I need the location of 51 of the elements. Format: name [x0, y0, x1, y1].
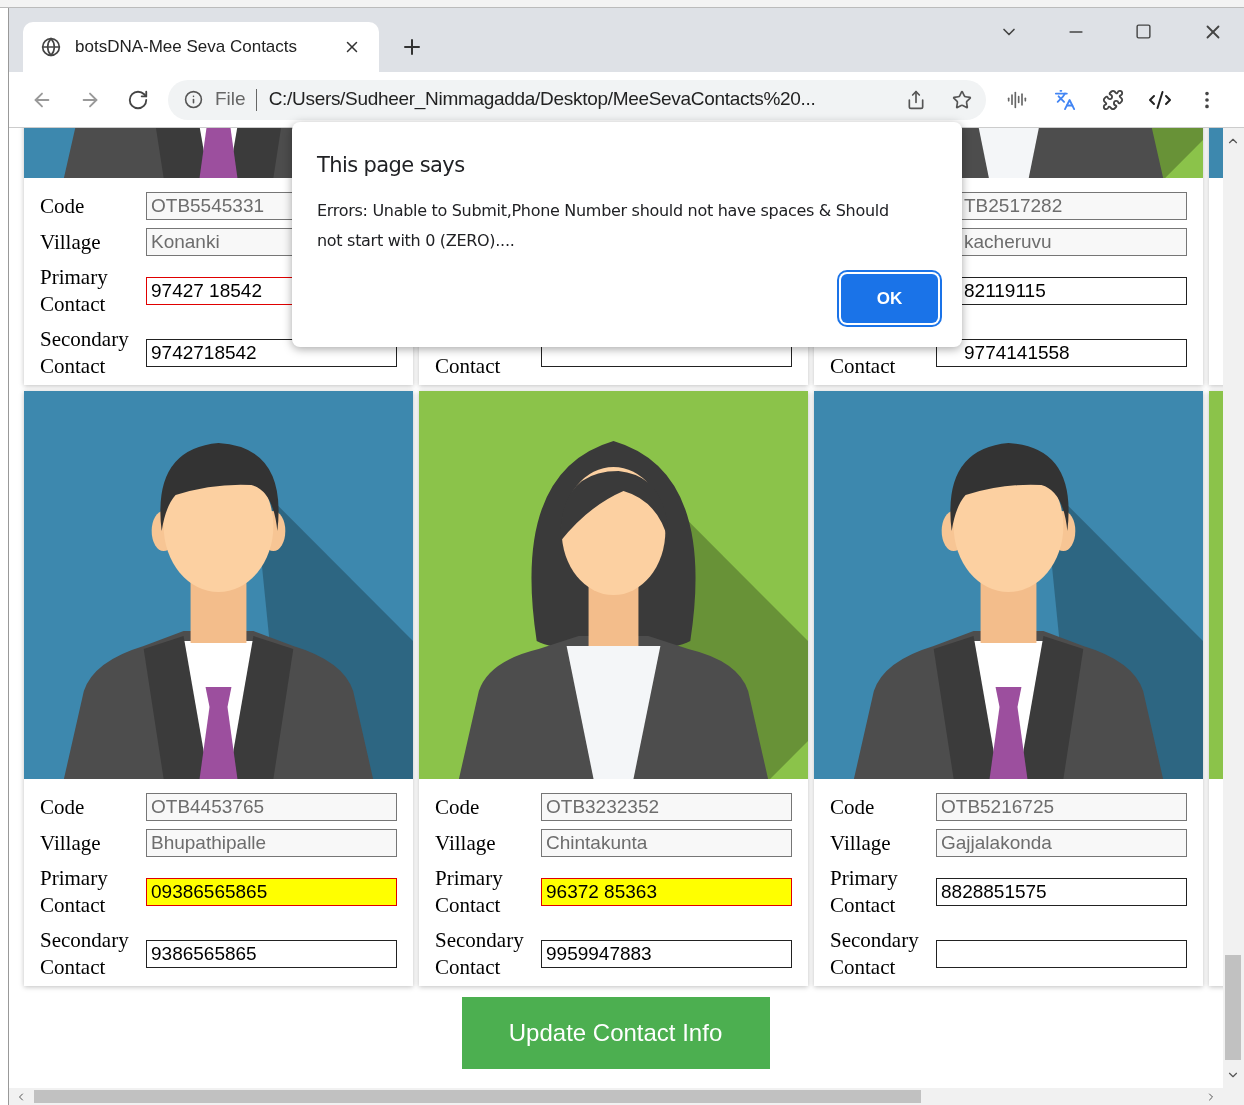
vertical-scrollbar[interactable] — [1223, 128, 1244, 1088]
puzzle-icon[interactable] — [1102, 88, 1124, 111]
field-label: Code — [40, 193, 86, 220]
field-label: Village — [40, 830, 102, 857]
reload-icon[interactable] — [127, 88, 149, 111]
translate-icon[interactable] — [1054, 88, 1076, 111]
text-field[interactable]: 9774141558 — [936, 339, 1187, 367]
text-field[interactable]: OTB5216725 — [936, 793, 1187, 821]
horizontal-scrollbar[interactable] — [9, 1088, 1244, 1105]
field-label: Secondary Contact — [40, 927, 130, 981]
text-field[interactable]: 9959947883 — [541, 940, 792, 968]
field-label: Primary Contact — [830, 865, 899, 919]
field-label: Code — [830, 794, 876, 821]
text-field[interactable]: OTB3232352 — [541, 793, 792, 821]
field-label: Village — [40, 229, 102, 256]
field-label: Primary Contact — [40, 865, 109, 919]
text-field[interactable] — [936, 940, 1187, 968]
field-label: Secondary Contact — [830, 927, 920, 981]
audio-bars-icon[interactable] — [1007, 89, 1027, 110]
scrollbar-thumb[interactable] — [1225, 955, 1241, 1060]
scrollbar-thumb[interactable] — [34, 1090, 921, 1103]
field-label: Contact — [435, 353, 502, 380]
scheme-label: File — [215, 87, 246, 112]
field-label: Secondary Contact — [40, 326, 130, 380]
field-label: Code — [435, 794, 481, 821]
text-field[interactable]: Chintakunta — [541, 829, 792, 857]
text-field[interactable]: 96372 85363 — [541, 878, 792, 906]
star-icon[interactable] — [952, 89, 972, 110]
field-label: Code — [40, 794, 86, 821]
text-field[interactable]: 9386565865 — [146, 940, 397, 968]
share-icon[interactable] — [906, 89, 926, 110]
field-label: Secondary Contact — [435, 927, 525, 981]
maximize-icon[interactable] — [1135, 23, 1152, 40]
field-label: Primary Contact — [435, 865, 504, 919]
url-text: C:/Users/Sudheer_Nimmagadda/Desktop/MeeSevaContacts%20... — [268, 87, 817, 112]
field-label: Village — [435, 830, 497, 857]
text-field[interactable]: 09386565865 — [146, 878, 397, 906]
globe-icon — [41, 37, 61, 57]
text-field[interactable]: Bhupathipalle — [146, 829, 397, 857]
field-label: Contact — [830, 353, 897, 380]
update-contact-button[interactable]: Update Contact Info — [461, 997, 770, 1069]
dialog-title: This page says — [317, 152, 466, 179]
info-icon[interactable] — [184, 90, 203, 109]
address-bar[interactable]: File C:/Users/Sudheer_Nimmagadda/Desktop/MeeSevaContacts%20... — [168, 79, 986, 120]
tab-title: botsDNA-Mee Seva Contacts — [75, 36, 299, 59]
text-field[interactable]: 8828851575 — [936, 878, 1187, 906]
field-label: Village — [830, 830, 892, 857]
field-label: Primary Contact — [40, 264, 109, 318]
text-field[interactable]: OTB4453765 — [146, 793, 397, 821]
browser-tab[interactable]: botsDNA-Mee Seva Contacts — [23, 22, 379, 72]
text-field[interactable]: Gajjalakonda — [936, 829, 1187, 857]
